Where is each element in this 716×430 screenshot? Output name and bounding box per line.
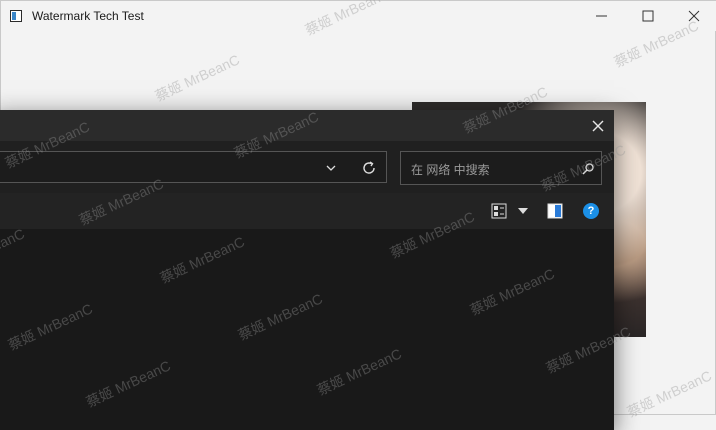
dialog-close-button[interactable] <box>588 116 608 136</box>
address-bar[interactable] <box>0 151 387 183</box>
watermark-text: 蔡姬 MrBeanC <box>152 51 242 105</box>
view-options-icon[interactable] <box>491 203 507 219</box>
close-button[interactable] <box>671 1 716 31</box>
help-icon[interactable]: ? <box>583 203 599 219</box>
close-icon <box>688 10 700 22</box>
dialog-nav-bar: 在 网络 中搜索 <box>0 141 614 193</box>
search-input[interactable]: 在 网络 中搜索 <box>400 151 602 185</box>
titlebar: Watermark Tech Test <box>1 1 716 31</box>
window-title: Watermark Tech Test <box>32 9 144 23</box>
watermark-text: 蔡姬 MrBeanC <box>624 367 714 421</box>
minimize-button[interactable] <box>579 1 625 31</box>
minimize-icon <box>596 15 607 17</box>
chevron-down-icon[interactable] <box>325 163 337 173</box>
dialog-titlebar <box>0 110 614 141</box>
search-icon[interactable] <box>581 162 595 176</box>
preview-pane-icon[interactable] <box>547 203 563 219</box>
refresh-icon[interactable] <box>361 160 377 176</box>
dialog-toolbar: ? <box>0 193 614 229</box>
dialog-content-area <box>0 229 614 430</box>
close-icon <box>592 120 604 132</box>
maximize-button[interactable] <box>625 1 671 31</box>
file-dialog: 在 网络 中搜索 ? <box>0 110 614 430</box>
chevron-down-icon[interactable] <box>518 208 528 214</box>
app-window: Watermark Tech Test 在 网络 中搜索 ? 蔡姬 MrBean… <box>0 0 716 430</box>
search-placeholder: 在 网络 中搜索 <box>411 163 490 177</box>
maximize-icon <box>642 10 654 22</box>
app-icon <box>10 10 22 22</box>
